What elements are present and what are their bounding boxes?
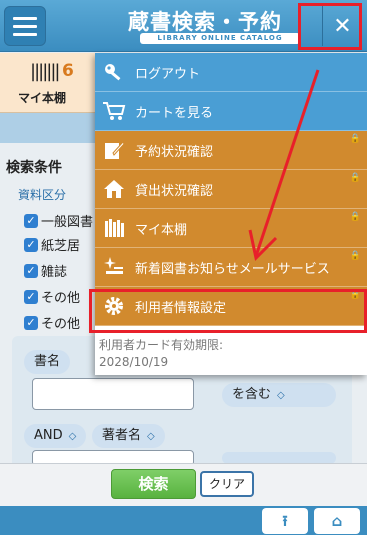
menu-item-loan-status[interactable]: 貸出状況確認 🔒 <box>95 170 367 209</box>
sparkle-icon <box>101 254 127 280</box>
menu-item-label: 新着図書お知らせメールサービス <box>135 261 330 277</box>
hamburger-menu-button[interactable] <box>4 6 46 46</box>
annotation-highlight-user-settings <box>89 289 367 333</box>
menu-item-view-cart[interactable]: カートを見る <box>95 92 367 131</box>
bottom-nav-bar <box>0 506 367 535</box>
menu-item-label: マイ本棚 <box>135 222 188 238</box>
field1-match-select[interactable]: を含む ◇ <box>222 383 336 407</box>
lock-icon: 🔒 <box>349 173 361 183</box>
checkbox-checked-icon: ✓ <box>24 237 38 252</box>
checkbox-magazines[interactable]: ✓ 雑誌 <box>24 261 67 280</box>
checkbox-checked-icon: ✓ <box>24 289 38 304</box>
menu-item-label: 貸出状況確認 <box>135 183 214 199</box>
field2-operator-select[interactable]: AND ◇ <box>24 424 87 448</box>
checkbox-checked-icon: ✓ <box>24 213 38 228</box>
checkbox-checked-icon: ✓ <box>24 315 38 330</box>
books-icon <box>101 215 127 241</box>
books-icon: ||||||| <box>30 61 60 82</box>
field1-label: 書名 <box>34 354 61 369</box>
home-icon <box>101 176 127 202</box>
lock-icon: 🔒 <box>349 134 361 144</box>
field1-text-input[interactable] <box>32 378 194 410</box>
checkbox-label: その他 <box>41 291 81 306</box>
checkbox-label: 一般図書 <box>41 215 94 230</box>
edit-icon <box>101 137 127 163</box>
field1-type-select[interactable]: 書名 <box>24 350 71 374</box>
annotation-highlight-close <box>298 3 362 50</box>
search-conditions-title: 検索条件 <box>6 160 62 176</box>
bookshelf-count: 6 <box>62 61 74 81</box>
hamburger-line <box>13 32 37 36</box>
checkbox-kamishibai[interactable]: ✓ 紙芝居 <box>24 235 80 254</box>
bookshelf-label: マイ本棚 <box>18 91 67 105</box>
menu-item-label: 予約状況確認 <box>135 144 214 160</box>
chevron-updown-icon: ◇ <box>68 431 77 442</box>
card-expiry-date: 2028/10/19 <box>99 355 169 369</box>
field2-label: 著者名 <box>102 428 142 443</box>
chevron-updown-icon: ◇ <box>277 390 285 401</box>
home-button[interactable]: ⌂ <box>314 508 360 534</box>
field2-type-select[interactable]: 著者名 ◇ <box>92 424 165 448</box>
checkbox-label: 紙芝居 <box>41 239 81 254</box>
arrow-up-icon: ⭱ <box>282 512 288 530</box>
hamburger-line <box>13 16 37 20</box>
cart-icon <box>101 98 127 124</box>
search-button[interactable]: 検索 <box>111 469 196 499</box>
menu-item-my-bookshelf[interactable]: マイ本棚 🔒 <box>95 209 367 248</box>
checkbox-general-books[interactable]: ✓ 一般図書 <box>24 211 93 230</box>
menu-item-reservation-status[interactable]: 予約状況確認 🔒 <box>95 131 367 170</box>
material-type-label: 資料区分 <box>18 188 67 202</box>
menu-item-label: カートを見る <box>135 105 214 121</box>
menu-item-label: ログアウト <box>135 66 201 82</box>
menu-item-logout[interactable]: ログアウト <box>95 53 367 92</box>
hamburger-line <box>13 24 37 28</box>
my-bookshelf-widget[interactable]: ||||||| 6 マイ本棚 <box>0 53 95 113</box>
checkbox-label: その他 <box>41 317 81 332</box>
chevron-updown-icon: ◇ <box>147 431 155 442</box>
site-subtitle: LIBRARY ONLINE CATALOG <box>140 33 300 44</box>
checkbox-other-1[interactable]: ✓ その他 <box>24 287 80 306</box>
card-expiry-label: 利用者カード有効期限: <box>99 338 224 352</box>
site-title[interactable]: 蔵書検索・予約 <box>128 6 308 36</box>
operator-label: AND <box>34 428 63 443</box>
match-label: を含む <box>232 387 272 402</box>
scroll-top-button[interactable]: ⭱ <box>262 508 308 534</box>
lock-icon: 🔒 <box>349 251 361 261</box>
key-icon <box>101 59 127 85</box>
checkbox-label: 雑誌 <box>41 265 68 280</box>
menu-item-new-book-mail[interactable]: 新着図書お知らせメールサービス 🔒 <box>95 248 367 287</box>
checkbox-other-2[interactable]: ✓ その他 <box>24 313 80 332</box>
checkbox-checked-icon: ✓ <box>24 263 38 278</box>
home-icon: ⌂ <box>331 512 343 530</box>
lock-icon: 🔒 <box>349 212 361 222</box>
clear-button[interactable]: クリア <box>200 471 254 497</box>
card-expiry-info: 利用者カード有効期限: 2028/10/19 <box>99 337 223 371</box>
